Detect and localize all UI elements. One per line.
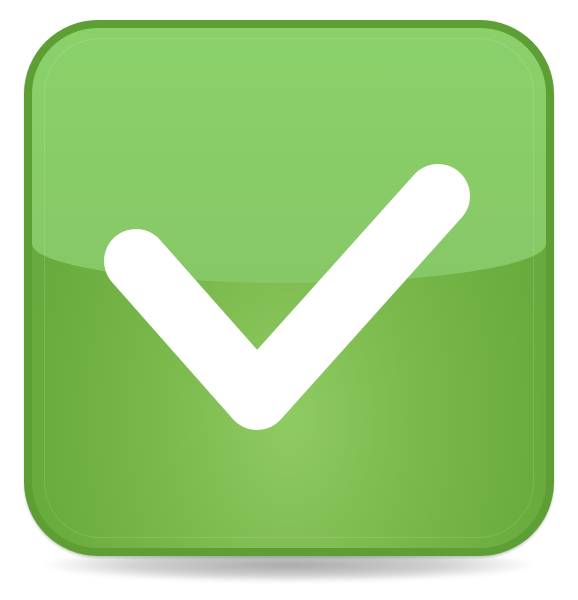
check-mark — [104, 164, 470, 430]
icon-stage — [0, 0, 578, 600]
check-icon — [104, 164, 470, 430]
